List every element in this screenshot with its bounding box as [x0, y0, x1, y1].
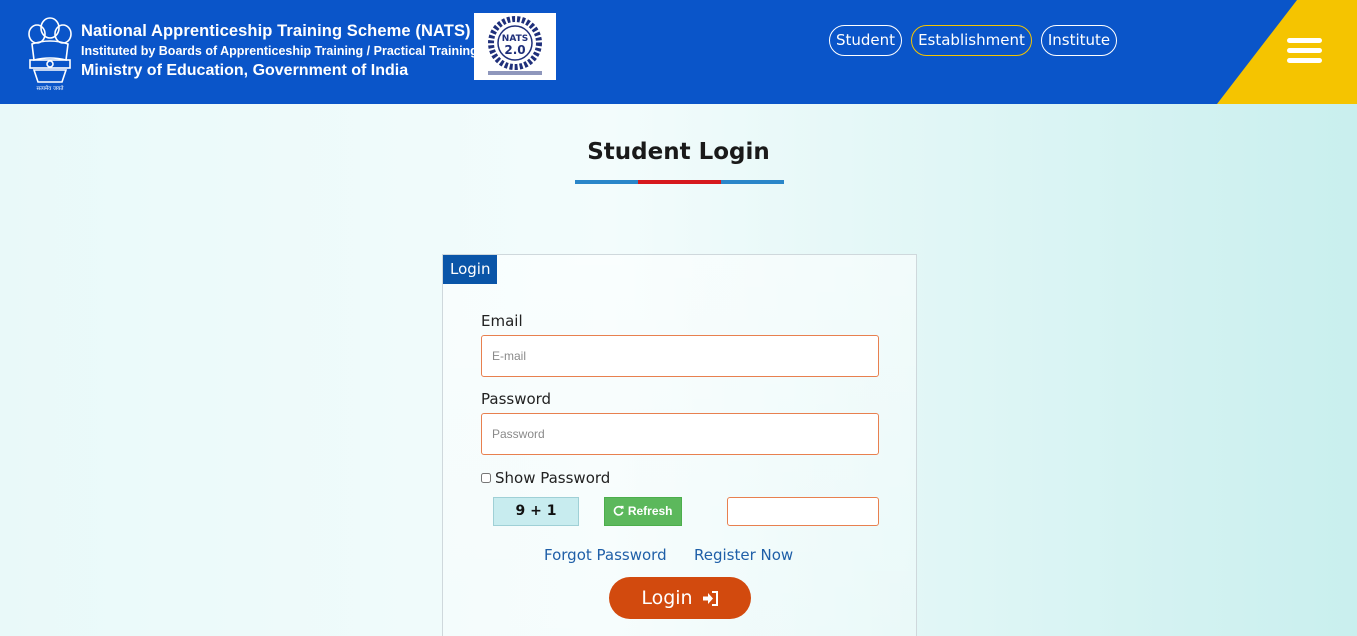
- nav-student-button[interactable]: Student: [829, 25, 903, 56]
- captcha-input[interactable]: [727, 497, 879, 526]
- logo-version: 2.0: [504, 43, 525, 57]
- show-password-checkbox[interactable]: [481, 473, 491, 483]
- forgot-password-link[interactable]: Forgot Password: [544, 546, 667, 564]
- login-button[interactable]: Login: [609, 577, 751, 619]
- show-password-row: Show Password: [481, 469, 610, 487]
- show-password-label[interactable]: Show Password: [495, 469, 610, 487]
- nats-logo-icon: NATS 2.0: [474, 13, 556, 80]
- ministry-name: Ministry of Education, Government of Ind…: [81, 62, 409, 79]
- login-button-label: Login: [641, 587, 693, 609]
- password-label: Password: [481, 390, 552, 408]
- email-label: Email: [481, 312, 523, 330]
- brand-text: National Apprenticeship Training Scheme …: [81, 21, 478, 82]
- login-card: Login Email Password Show Password 9 + 1…: [442, 254, 917, 636]
- national-emblem-icon: सत्यमेव जयते: [24, 12, 76, 92]
- hamburger-menu-icon[interactable]: [1287, 38, 1322, 64]
- sign-in-icon: [702, 591, 718, 606]
- refresh-icon: [614, 505, 625, 516]
- email-input[interactable]: [481, 335, 879, 377]
- nav-institute-button[interactable]: Institute: [1040, 25, 1118, 56]
- refresh-label: Refresh: [627, 504, 673, 518]
- register-now-link[interactable]: Register Now: [694, 546, 793, 564]
- nav-establishment-button[interactable]: Establishment: [911, 25, 1032, 56]
- site-header: सत्यमेव जयते National Apprenticeship Tra…: [0, 0, 1357, 104]
- emblem-caption: सत्यमेव जयते: [36, 85, 64, 92]
- password-input[interactable]: [481, 413, 879, 455]
- refresh-captcha-button[interactable]: Refresh: [604, 497, 682, 526]
- login-tab: Login: [443, 255, 498, 284]
- captcha-display: 9 + 1: [493, 497, 579, 526]
- title-underline: [575, 180, 784, 184]
- page-title: Student Login: [587, 139, 770, 165]
- scheme-subtitle: Instituted by Boards of Apprenticeship T…: [81, 44, 478, 58]
- top-nav: Student Establishment Institute: [829, 25, 1118, 56]
- scheme-name: National Apprenticeship Training Scheme …: [81, 22, 471, 40]
